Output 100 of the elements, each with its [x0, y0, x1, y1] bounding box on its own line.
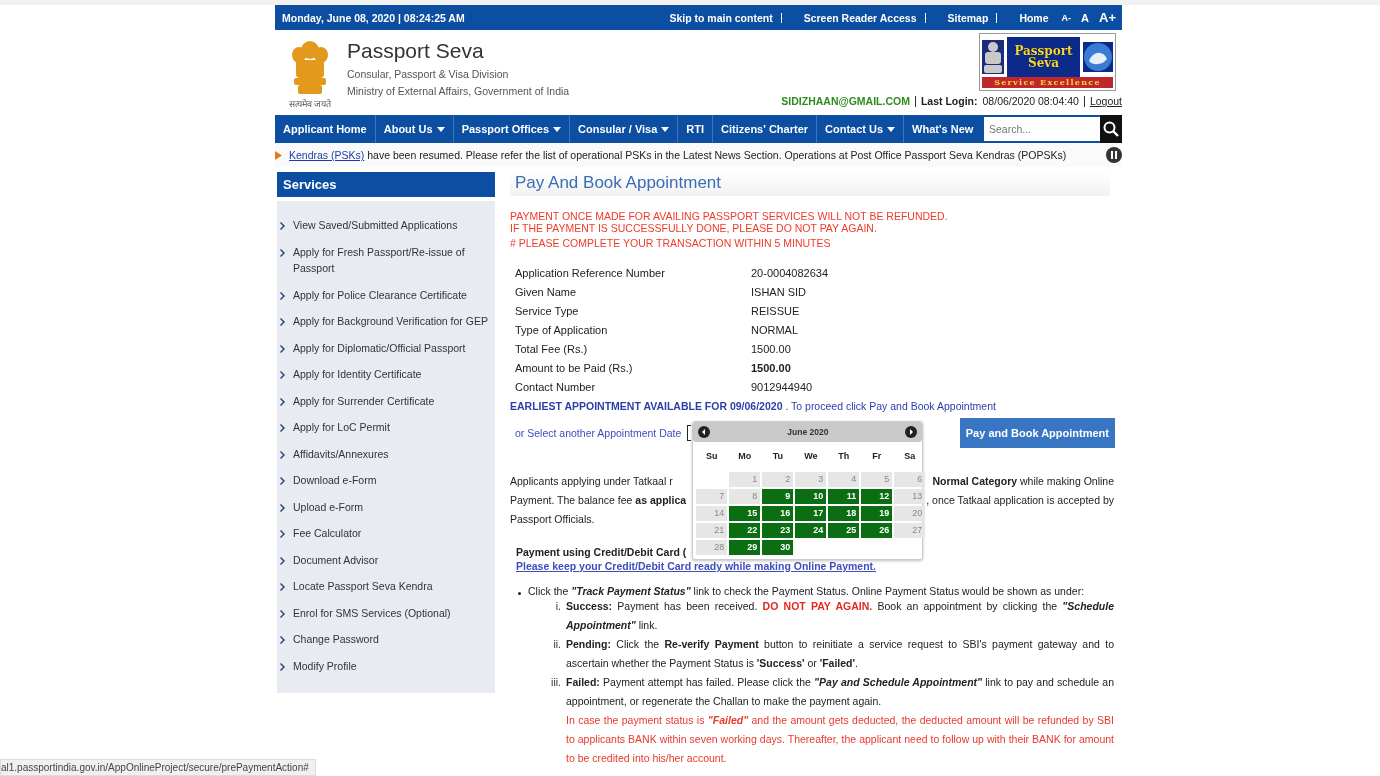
tatkaal-text: Passport Officials.	[510, 512, 595, 527]
calendar-day[interactable]: 22	[729, 523, 761, 538]
prev-month-button[interactable]	[698, 426, 711, 438]
detail-value: 1500.00	[751, 342, 791, 355]
warning-text: # PLEASE COMPLETE YOUR TRANSACTION WITHIN 5 MINUTES	[510, 237, 832, 249]
calendar-day[interactable]: 18	[828, 506, 860, 521]
nav-item[interactable]: What's New	[904, 115, 982, 143]
instruction-text: Click the "Track Payment Status" link to check the Payment Status. Online Payment Status would be shown as under:	[528, 585, 1085, 597]
news-ticker: Kendras (PSKs) have been resumed. Please refer the list of operational PSKs in the Latest News Section. Operations at Post Office Passport Seva Kendras (POPSKs)	[288, 149, 1068, 161]
site-subtitle: Ministry of External Affairs, Government of India	[347, 84, 571, 99]
calendar-day[interactable]: 10	[795, 489, 827, 504]
home-link[interactable]: Home	[997, 11, 1057, 24]
sidebar-item[interactable]: Enrol for SMS Services (Optional)	[293, 604, 451, 621]
sidebar-item[interactable]: Locate Passport Seva Kendra	[293, 578, 433, 595]
status-url: al1.passportindia.gov.in/AppOnlineProject/secure/prePaymentAction#	[0, 759, 316, 776]
psk-link[interactable]: Kendras (PSKs)	[289, 149, 365, 161]
top-link[interactable]: Screen Reader Access	[781, 12, 926, 23]
sidebar-item[interactable]: Apply for Surrender Certificate	[293, 392, 435, 409]
top-link[interactable]: Sitemap	[925, 12, 998, 23]
user-email: SIDIZHAAN@GMAIL.COM	[781, 95, 910, 107]
weekday-label: Fr	[871, 450, 883, 463]
pay-button[interactable]: Pay and Book Appointment	[959, 418, 1115, 448]
payment-heading: Payment using Credit/Debit Card (	[516, 546, 687, 558]
calendar-day[interactable]: 12	[861, 489, 893, 504]
search-button[interactable]	[1100, 115, 1122, 143]
sidebar-item[interactable]: Upload e-Form	[293, 498, 364, 515]
site-title: Passport Seva	[347, 39, 485, 63]
chevron-icon	[280, 530, 285, 538]
weekday-label: Tu	[771, 450, 784, 463]
calendar-day[interactable]: 9	[762, 489, 794, 504]
globe-icon	[1083, 41, 1113, 72]
weekday-label: Mo	[737, 450, 753, 463]
detail-value: ISHAN SID	[751, 285, 806, 298]
detail-value: 9012944940	[751, 380, 813, 393]
chevron-icon	[280, 556, 285, 565]
detail-label: Amount to be Paid (Rs.)	[515, 361, 634, 374]
sidebar-item[interactable]: Apply for Background Verification for GEP	[293, 313, 488, 330]
sidebar-item[interactable]: Document Advisor	[293, 551, 379, 568]
list-marker: iii.	[550, 675, 561, 690]
weekday-label: Th	[837, 450, 851, 463]
chevron-icon	[280, 397, 285, 406]
last-login-label: Last Login:	[920, 95, 978, 107]
chevron-icon	[280, 344, 285, 353]
sidebar-item[interactable]: Apply for Fresh Passport/Re-issue of Passport	[293, 243, 489, 277]
calendar-day[interactable]: 11	[828, 489, 860, 504]
sidebar-item[interactable]: Change Password	[293, 631, 379, 648]
sidebar-item[interactable]: Affidavits/Annexures	[293, 445, 389, 462]
tatkaal-text: , once Tatkaal application is accepted by	[926, 493, 1114, 508]
chevron-icon	[280, 503, 285, 512]
sidebar-item[interactable]: Fee Calculator	[293, 525, 362, 542]
logout-link[interactable]: Logout	[1089, 95, 1122, 107]
card-ready-link[interactable]: Please keep your Credit/Debit Card ready while making Online Payment.	[516, 560, 877, 572]
pause-icon[interactable]	[1106, 147, 1122, 163]
calendar-day[interactable]: 26	[861, 523, 893, 538]
sidebar-item[interactable]: Apply for Police Clearance Certificate	[293, 286, 467, 303]
next-month-button[interactable]	[905, 426, 918, 438]
font-size-button[interactable]: A-	[1056, 12, 1077, 23]
sidebar-item[interactable]: Apply for Diplomatic/Official Passport	[293, 339, 466, 356]
chevron-icon	[280, 222, 285, 230]
font-size-button[interactable]: A+	[1094, 10, 1122, 25]
search-field[interactable]: Search...	[984, 117, 1100, 141]
chevron-icon	[280, 662, 285, 671]
emblem-icon	[982, 39, 1004, 74]
calendar-day[interactable]: 30	[762, 540, 794, 555]
calendar-day[interactable]: 29	[729, 540, 761, 555]
caret-icon	[436, 126, 445, 132]
top-link[interactable]: Skip to main content	[669, 12, 782, 23]
sidebar-item[interactable]: Apply for Identity Certificate	[293, 366, 422, 383]
calendar-day[interactable]: 24	[795, 523, 827, 538]
detail-label: Service Type	[515, 304, 580, 317]
chevron-icon	[280, 424, 285, 432]
services-heading: Services	[277, 172, 495, 197]
calendar-day[interactable]: 17	[795, 506, 827, 521]
chevron-icon	[280, 583, 285, 591]
calendar-day[interactable]: 23	[762, 523, 794, 538]
site-subtitle: Consular, Passport & Visa Division	[347, 67, 510, 82]
weekday-label: We	[803, 450, 819, 463]
calendar-day[interactable]: 19	[861, 506, 893, 521]
last-login-time: 08/06/2020 08:04:40	[982, 95, 1079, 107]
calendar-month: June 2020	[787, 427, 829, 437]
sidebar-item[interactable]: Apply for LoC Permit	[293, 419, 390, 436]
warning-text: PAYMENT ONCE MADE FOR AVAILING PASSPORT SERVICES WILL NOT BE REFUNDED.	[510, 210, 949, 222]
tatkaal-text: Payment. The balance fee as applica	[510, 493, 687, 508]
sidebar-item[interactable]: Download e-Form	[293, 472, 377, 489]
font-size-button[interactable]: A	[1076, 11, 1094, 24]
detail-label: Application Reference Number	[515, 266, 666, 279]
caret-icon	[553, 126, 562, 132]
chevron-icon	[280, 291, 285, 300]
chevron-icon	[280, 248, 285, 257]
refund-note: In case the payment status is "Failed" and the amount gets deducted, the deducted amount will be refunded by SBI to applicants BANK within seven working days. Thereafter, the applicant need to follow up with their BANK for amount to be credited into his/her account.	[566, 713, 1114, 766]
calendar-day[interactable]: 15	[729, 506, 761, 521]
weekday-label: Sa	[903, 450, 917, 463]
calendar-day[interactable]: 25	[828, 523, 860, 538]
sidebar-item[interactable]: View Saved/Submitted Applications	[293, 217, 458, 234]
date-field[interactable]	[687, 425, 692, 441]
calendar-day[interactable]: 16	[762, 506, 794, 521]
chevron-icon	[280, 318, 285, 326]
sidebar-item[interactable]: Modify Profile	[293, 657, 357, 674]
bullet-icon	[518, 592, 521, 595]
detail-label: Type of Application	[515, 323, 609, 336]
